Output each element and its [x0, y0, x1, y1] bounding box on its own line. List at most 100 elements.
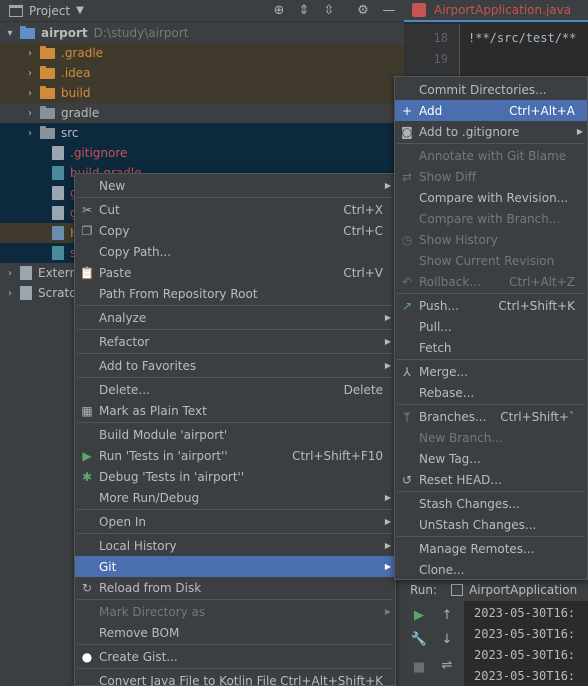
menu-item-run-tests-in-airport[interactable]: ▶ Run 'Tests in 'airport'' Ctrl+Shift+F10 — [75, 445, 395, 466]
menu-item-label: Delete... — [99, 382, 150, 397]
menu-separator — [77, 422, 393, 423]
menu-item-paste[interactable]: 📋 Paste Ctrl+V — [75, 262, 395, 283]
locate-icon[interactable]: ⊕ — [270, 2, 288, 20]
menu-item-create-gist[interactable]: ● Create Gist... — [75, 646, 395, 667]
menu-item-copy[interactable]: ❐ Copy Ctrl+C — [75, 220, 395, 241]
menu-separator — [397, 491, 585, 492]
submenu-arrow-icon: ▶ — [384, 517, 391, 526]
tree-item[interactable]: ▾ airport D:\study\airport — [0, 23, 404, 43]
soft-wrap-icon[interactable]: ⇌ — [438, 657, 456, 675]
menu-item-git[interactable]: Git ▶ — [75, 556, 395, 577]
collapse-all-icon[interactable]: ⇳ — [320, 2, 338, 20]
menu-item-manage-remotes[interactable]: Manage Remotes... — [395, 538, 587, 559]
menu-item-unstash-changes[interactable]: UnStash Changes... — [395, 514, 587, 535]
menu-item-stash-changes[interactable]: Stash Changes... — [395, 493, 587, 514]
menu-item-push[interactable]: ↗ Push... Ctrl+Shift+K — [395, 295, 587, 316]
menu-item-clone[interactable]: Clone... — [395, 559, 587, 580]
menu-item-label: Commit Directories... — [419, 82, 547, 97]
menu-item-cut[interactable]: ✂ Cut Ctrl+X — [75, 199, 395, 220]
editor-tab-label[interactable]: AirportApplication.java — [434, 3, 571, 17]
tree-item[interactable]: › gradle — [0, 103, 404, 123]
submenu-arrow-icon: ▶ — [384, 562, 391, 571]
reload-icon: ↻ — [81, 580, 93, 595]
scroll-up-icon[interactable]: ↑ — [438, 607, 456, 625]
menu-item-fetch[interactable]: Fetch — [395, 337, 587, 358]
rerun-icon[interactable]: ▶ — [410, 607, 428, 625]
menu-item-copy-path[interactable]: Copy Path... — [75, 241, 395, 262]
menu-item-remove-bom[interactable]: Remove BOM — [75, 622, 395, 643]
menu-item-add-to-gitignore[interactable]: ◙ Add to .gitignore ▶ — [395, 121, 587, 142]
menu-item-new[interactable]: New ▶ — [75, 175, 395, 196]
tree-item-label: gradle — [61, 106, 100, 120]
menu-item-label: Show History — [419, 232, 498, 247]
menu-item-local-history[interactable]: Local History ▶ — [75, 535, 395, 556]
java-file-icon — [412, 3, 426, 17]
submenu-arrow-icon: ▶ — [384, 313, 391, 322]
tree-item-label: src — [61, 126, 79, 140]
wrench-icon[interactable]: 🔧 — [410, 631, 428, 649]
menu-item-label: Remove BOM — [99, 625, 180, 640]
menu-item-refactor[interactable]: Refactor ▶ — [75, 331, 395, 352]
menu-item-convert-java-file-to-kotlin-file[interactable]: Convert Java File to Kotlin File Ctrl+Alt… — [75, 670, 395, 686]
editor-tab[interactable]: AirportApplication.java — [404, 0, 588, 22]
menu-item-add-to-favorites[interactable]: Add to Favorites ▶ — [75, 355, 395, 376]
chevron-down-icon[interactable]: ▼ — [76, 5, 84, 16]
expand-arrow-icon[interactable]: › — [24, 88, 36, 99]
menu-item-branches[interactable]: ᛘ Branches... Ctrl+Shift+` — [395, 406, 587, 427]
expand-arrow-icon[interactable]: › — [4, 288, 16, 299]
tree-item[interactable]: .gitignore — [0, 143, 404, 163]
tree-item[interactable]: › build — [0, 83, 404, 103]
menu-item-debug-tests-in-airport[interactable]: ✱ Debug 'Tests in 'airport'' — [75, 466, 395, 487]
scratch-icon — [20, 286, 32, 300]
menu-item-more-run-debug[interactable]: More Run/Debug ▶ — [75, 487, 395, 508]
menu-item-new-tag[interactable]: New Tag... — [395, 448, 587, 469]
stop-icon[interactable]: ■ — [410, 659, 428, 677]
expand-all-icon[interactable]: ⇕ — [295, 2, 313, 20]
menu-item-label: Push... — [419, 298, 459, 313]
tree-item-label: Extern — [38, 266, 78, 280]
tree-item[interactable]: › .idea — [0, 63, 404, 83]
expand-arrow-icon[interactable]: › — [24, 68, 36, 79]
menu-item-reload-from-disk[interactable]: ↻ Reload from Disk — [75, 577, 395, 598]
expand-arrow-icon[interactable]: › — [24, 128, 36, 139]
run-icon: ▶ — [82, 448, 92, 463]
menu-item-rebase[interactable]: Rebase... — [395, 382, 587, 403]
menu-item-open-in[interactable]: Open In ▶ — [75, 511, 395, 532]
code-line[interactable]: !**/src/test/** — [468, 31, 576, 45]
menu-item-show-history: ◷ Show History — [395, 229, 587, 250]
project-title[interactable]: Project — [29, 4, 70, 18]
scroll-down-icon[interactable]: ↓ — [438, 631, 456, 649]
expand-arrow-icon[interactable]: › — [4, 268, 16, 279]
menu-item-build-module-airport[interactable]: Build Module 'airport' — [75, 424, 395, 445]
menu-item-label: Convert Java File to Kotlin File — [99, 673, 277, 686]
menu-separator — [77, 668, 393, 669]
menu-separator — [77, 305, 393, 306]
menu-item-analyze[interactable]: Analyze ▶ — [75, 307, 395, 328]
menu-item-reset-head[interactable]: ↺ Reset HEAD... — [395, 469, 587, 490]
menu-item-label: Merge... — [419, 364, 468, 379]
expand-arrow-icon[interactable]: › — [24, 108, 36, 119]
tree-item[interactable]: › .gradle — [0, 43, 404, 63]
expand-arrow-icon[interactable]: › — [24, 48, 36, 59]
menu-item-label: Fetch — [419, 340, 452, 355]
menu-item-mark-as-plain-text[interactable]: ▦ Mark as Plain Text — [75, 400, 395, 421]
gear-icon[interactable]: ⚙ — [354, 2, 372, 20]
menu-item-shortcut: Ctrl+C — [343, 223, 383, 238]
menu-item-label: Add to .gitignore — [419, 124, 520, 139]
submenu-arrow-icon: ▶ — [384, 493, 391, 502]
minimize-icon[interactable]: — — [380, 2, 398, 20]
folder-blue-icon — [20, 25, 35, 39]
menu-item-shortcut: Ctrl+Shift+` — [500, 409, 575, 424]
menu-item-merge[interactable]: ⅄ Merge... — [395, 361, 587, 382]
tree-item[interactable]: › src — [0, 123, 404, 143]
run-tab[interactable]: AirportApplication — [469, 583, 577, 597]
menu-item-compare-with-revision[interactable]: Compare with Revision... — [395, 187, 587, 208]
expand-arrow-icon[interactable]: ▾ — [4, 28, 16, 39]
menu-item-commit-directories[interactable]: Commit Directories... — [395, 79, 587, 100]
menu-item-path-from-repository-root[interactable]: Path From Repository Root — [75, 283, 395, 304]
menu-item-pull[interactable]: Pull... — [395, 316, 587, 337]
menu-item-delete[interactable]: Delete... Delete — [75, 379, 395, 400]
submenu-arrow-icon: ▶ — [384, 181, 391, 190]
menu-separator — [77, 377, 393, 378]
menu-item-add[interactable]: + Add Ctrl+Alt+A — [395, 100, 587, 121]
